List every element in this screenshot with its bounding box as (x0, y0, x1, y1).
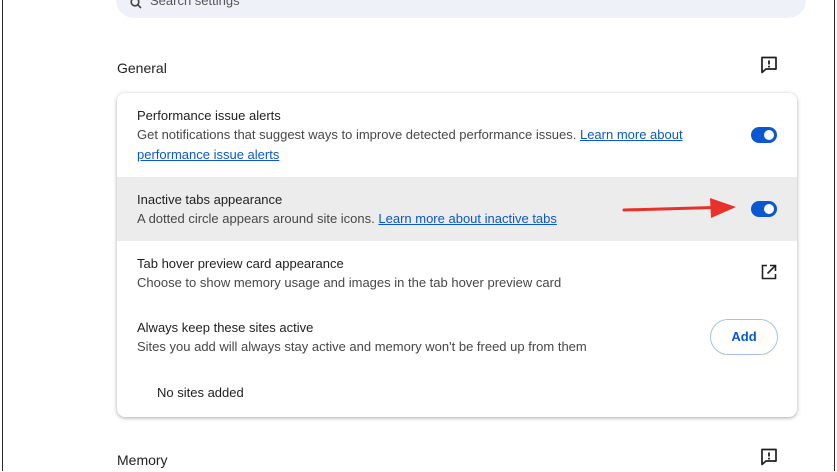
general-settings-card: Performance issue alerts Get notificatio… (117, 93, 797, 417)
setting-keep-sites-active: Always keep these sites active Sites you… (117, 305, 797, 417)
inactive-tabs-learn-more-link[interactable]: Learn more about inactive tabs (378, 211, 557, 226)
setting-inactive-tabs: Inactive tabs appearance A dotted circle… (117, 177, 797, 241)
keep-active-description: Sites you add will always stay active an… (137, 339, 587, 354)
setting-hover-preview[interactable]: Tab hover preview card appearance Choose… (117, 241, 797, 305)
memory-feedback-icon[interactable] (759, 447, 779, 467)
open-in-new-icon[interactable] (760, 263, 778, 286)
performance-alerts-desc-text: Get notifications that suggest ways to i… (137, 127, 577, 142)
section-title-memory: Memory (117, 452, 168, 468)
search-placeholder: Search settings (150, 0, 240, 8)
add-site-button[interactable]: Add (710, 319, 778, 355)
window-border-left (2, 0, 3, 471)
setting-performance-alerts: Performance issue alerts Get notificatio… (117, 93, 797, 177)
no-sites-text: No sites added (157, 385, 244, 400)
inactive-tabs-title: Inactive tabs appearance (137, 192, 283, 207)
red-arrow-annotation (622, 198, 736, 218)
inactive-tabs-desc-text: A dotted circle appears around site icon… (137, 211, 375, 226)
window-border-right (834, 0, 835, 471)
hover-preview-title: Tab hover preview card appearance (137, 256, 344, 271)
performance-alerts-description: Get notifications that suggest ways to i… (137, 125, 697, 165)
search-bar[interactable]: Search settings (116, 0, 806, 18)
section-title-general: General (117, 60, 167, 76)
keep-active-title: Always keep these sites active (137, 320, 314, 335)
inactive-tabs-description: A dotted circle appears around site icon… (137, 209, 557, 229)
feedback-icon[interactable] (759, 55, 779, 75)
performance-alerts-toggle[interactable] (751, 127, 777, 143)
performance-alerts-title: Performance issue alerts (137, 108, 281, 123)
inactive-tabs-toggle[interactable] (751, 201, 777, 217)
search-icon (130, 0, 142, 14)
hover-preview-description: Choose to show memory usage and images i… (137, 275, 562, 290)
